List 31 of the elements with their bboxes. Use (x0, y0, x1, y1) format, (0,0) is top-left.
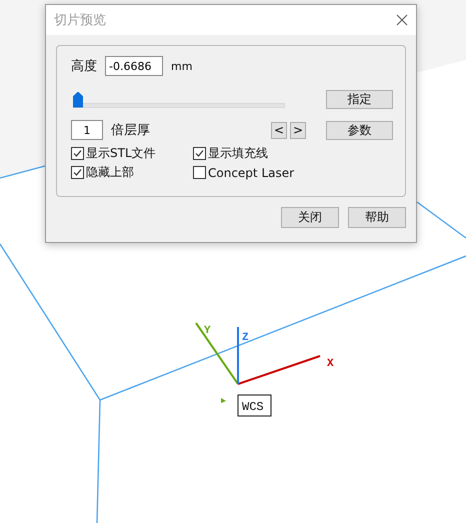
step-button[interactable]: > (290, 122, 306, 138)
checkbox-label: Concept Laser (208, 166, 294, 180)
dialog-button[interactable]: 关闭 (281, 207, 339, 228)
edge-line (416, 201, 466, 239)
checkbox-label: 显示STL文件 (86, 145, 156, 162)
step-button[interactable]: < (271, 122, 287, 138)
parameters-button[interactable]: 参数 (326, 120, 393, 140)
checkbox[interactable] (71, 147, 84, 160)
height-label: 高度 (71, 58, 97, 75)
dialog-title: 切片预览 (54, 12, 106, 29)
dialog-button[interactable]: 帮助 (348, 207, 406, 228)
close-icon[interactable] (396, 14, 408, 26)
origin-label: WCS (242, 400, 264, 414)
checkbox[interactable] (193, 147, 206, 160)
height-field[interactable]: -0.6686 (105, 56, 163, 76)
checkbox[interactable] (71, 166, 84, 179)
axis-label: X (327, 358, 334, 370)
slider[interactable] (73, 92, 285, 108)
marker-icon (221, 398, 226, 403)
assign-button[interactable]: 指定 (326, 90, 393, 109)
checkbox-label: 显示填充线 (208, 145, 268, 162)
axis-label: Y (204, 325, 211, 337)
origin-label-background (238, 394, 272, 416)
layers-label: 倍层厚 (111, 122, 150, 139)
checkbox-label: 隐藏上部 (86, 164, 134, 181)
edge-line (0, 165, 46, 179)
axis-label: Z (242, 332, 249, 344)
checkbox[interactable] (193, 166, 206, 179)
layers-field[interactable]: 1 (71, 120, 103, 140)
unit-label: mm (171, 60, 192, 72)
slider-thumb[interactable] (73, 92, 83, 108)
